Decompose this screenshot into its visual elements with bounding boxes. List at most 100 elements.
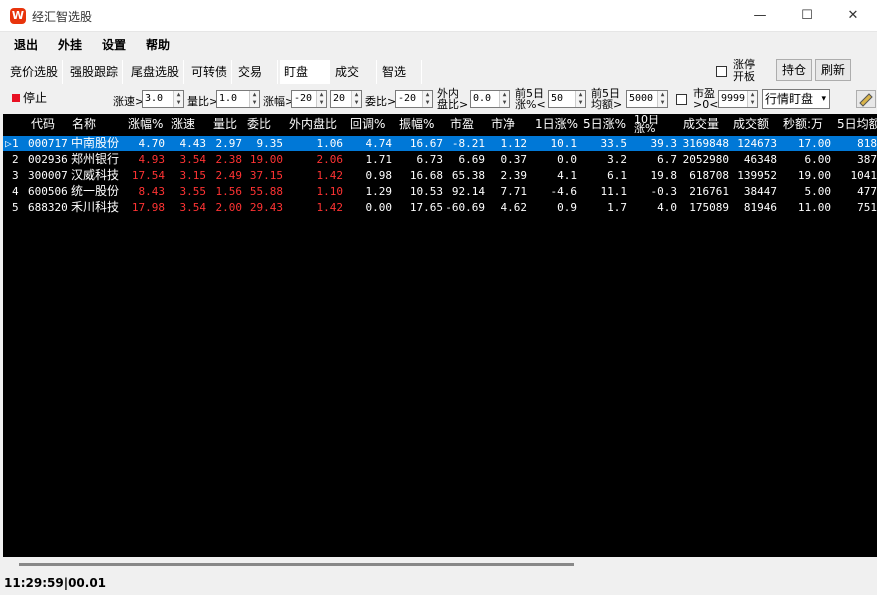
refresh-button[interactable]: 刷新	[815, 59, 851, 81]
spin-arrows-icon[interactable]: ▲ ▼	[316, 91, 326, 107]
col-amount[interactable]: 成交额	[733, 117, 769, 131]
cell-name: 中南股份	[71, 136, 120, 150]
col-change[interactable]: 涨幅%	[128, 117, 163, 131]
menu-plugin[interactable]: 外挂	[58, 36, 82, 53]
menu-settings[interactable]: 设置	[102, 36, 126, 53]
col-pe[interactable]: 市盈	[450, 117, 474, 131]
change-min-value: -20	[294, 93, 313, 104]
row-index: 3	[12, 169, 19, 182]
col-pb[interactable]: 市净	[491, 117, 515, 131]
col-speed[interactable]: 涨速	[171, 117, 195, 131]
cell-d5: 1.7	[607, 201, 627, 214]
col-volratio[interactable]: 量比	[213, 117, 237, 131]
cell-pb: 4.62	[500, 201, 528, 214]
col-d1[interactable]: 1日涨%	[535, 117, 578, 131]
spin-arrows-icon[interactable]: ▲ ▼	[747, 91, 757, 107]
cell-sec-amount: 19.00	[797, 169, 831, 182]
cell-volratio: 1.56	[215, 185, 243, 198]
spin-arrows-icon[interactable]: ▲ ▼	[657, 91, 667, 107]
menu-help[interactable]: 帮助	[146, 36, 170, 53]
col-bidratio[interactable]: 委比	[247, 117, 271, 131]
minimize-button[interactable]: —	[737, 0, 783, 32]
cell-avg5: 387	[857, 153, 877, 166]
speed-spinner[interactable]: 3.0 ▲ ▼	[142, 90, 184, 108]
hold-button[interactable]: 持仓	[776, 59, 812, 81]
limit-open-checkbox[interactable]	[716, 66, 727, 77]
menu-bar: 退出 外挂 设置 帮助	[0, 32, 877, 56]
spin-arrows-icon[interactable]: ▲ ▼	[173, 91, 183, 107]
cell-inout: 1.06	[316, 137, 344, 150]
tab-close-pick[interactable]: 尾盘选股	[127, 60, 185, 84]
prev5-amount-label: 前5日均额>	[591, 87, 623, 111]
cell-pullback: 0.98	[365, 169, 393, 182]
col-code[interactable]: 代码	[31, 117, 55, 131]
stop-button-label: 停止	[23, 91, 48, 105]
cell-d10: -0.3	[650, 185, 678, 198]
cell-amplitude: 6.73	[416, 153, 444, 166]
col-amplitude[interactable]: 振幅%	[399, 117, 434, 131]
table-row[interactable]: 3 300007 汉威科技 17.54 3.15 2.49 37.15 1.42…	[3, 168, 877, 183]
volratio-spinner[interactable]: 1.0 ▲ ▼	[216, 90, 260, 108]
col-sec-amount[interactable]: 秒额:万	[783, 117, 823, 131]
cell-volratio: 2.49	[215, 169, 243, 182]
tab-strong-track[interactable]: 强股跟踪	[66, 60, 124, 84]
cell-pb: 0.37	[500, 153, 528, 166]
bidratio-spinner[interactable]: -20 ▲ ▼	[395, 90, 433, 108]
tab-convertible[interactable]: 可转债	[187, 60, 233, 84]
cell-bidratio: 37.15	[249, 169, 283, 182]
stop-button[interactable]: 停止	[8, 88, 51, 108]
spin-arrows-icon[interactable]: ▲ ▼	[575, 91, 585, 107]
cell-speed: 4.43	[179, 137, 207, 150]
table-row[interactable]: ▷ 1 000717 中南股份 4.70 4.43 2.97 9.35 1.06…	[3, 136, 877, 151]
tab-strip: 竞价选股 强股跟踪 尾盘选股 可转债 交易 盯盘 成交 智选 涨停开板 持仓 刷…	[0, 58, 877, 86]
tab-trade[interactable]: 交易	[234, 60, 278, 84]
tab-auction-pick[interactable]: 竞价选股	[6, 60, 64, 84]
table-row[interactable]: 2 002936 郑州银行 4.93 3.54 2.38 19.00 2.06 …	[3, 152, 877, 167]
col-name[interactable]: 名称	[72, 117, 96, 131]
spin-arrows-icon[interactable]: ▲ ▼	[422, 91, 432, 107]
cell-d1: -4.6	[550, 185, 578, 198]
col-pullback[interactable]: 回调%	[350, 117, 385, 131]
cell-amount: 81946	[743, 201, 777, 214]
tool-button[interactable]	[856, 90, 876, 108]
tab-smart-pick[interactable]: 智选	[378, 60, 422, 84]
cell-change: 17.54	[131, 169, 165, 182]
col-d5[interactable]: 5日涨%	[583, 117, 626, 131]
spin-arrows-icon[interactable]: ▲ ▼	[351, 91, 361, 107]
bidratio-label: 委比>	[365, 95, 397, 108]
title-bar: W 经汇智选股 — ☐ ✕	[0, 0, 877, 32]
spin-arrows-icon[interactable]: ▲ ▼	[249, 91, 259, 107]
scrollbar-thumb[interactable]	[19, 563, 574, 566]
cell-amplitude: 16.68	[409, 169, 443, 182]
tab-deals[interactable]: 成交	[331, 60, 377, 84]
inout-spinner[interactable]: 0.0 ▲ ▼	[470, 90, 510, 108]
tab-watch[interactable]: 盯盘	[280, 60, 330, 84]
cell-volume: 216761	[689, 185, 729, 198]
stock-table[interactable]: 代码 名称 涨幅% 涨速 量比 委比 外内盘比 回调% 振幅% 市盈 市净 1日…	[3, 114, 877, 557]
col-d10[interactable]: 10日涨%	[634, 115, 660, 133]
col-volume[interactable]: 成交量	[683, 117, 719, 131]
cell-d1: 10.1	[550, 137, 578, 150]
col-avg5[interactable]: 5日均额	[837, 117, 877, 131]
close-button[interactable]: ✕	[830, 0, 876, 32]
table-row[interactable]: 5 688320 禾川科技 17.98 3.54 2.00 29.43 1.42…	[3, 200, 877, 215]
menu-exit[interactable]: 退出	[14, 36, 38, 53]
change-min-spinner[interactable]: -20 ▲ ▼	[291, 90, 327, 108]
spin-arrows-icon[interactable]: ▲ ▼	[499, 91, 509, 107]
change-max-spinner[interactable]: 20 ▲ ▼	[330, 90, 362, 108]
cell-pb: 2.39	[500, 169, 528, 182]
prev5-amount-value: 5000	[629, 93, 654, 104]
cell-bidratio: 29.43	[249, 201, 283, 214]
maximize-button[interactable]: ☐	[784, 0, 830, 32]
prev5-amount-spinner[interactable]: 5000 ▲ ▼	[626, 90, 668, 108]
table-header: 代码 名称 涨幅% 涨速 量比 委比 外内盘比 回调% 振幅% 市盈 市净 1日…	[3, 114, 877, 134]
mode-select[interactable]: 行情盯盘 ▾	[762, 89, 830, 109]
cell-name: 汉威科技	[71, 168, 120, 182]
pe-spinner[interactable]: 9999 ▲ ▼	[718, 90, 758, 108]
table-row[interactable]: 4 600506 统一股份 8.43 3.55 1.56 55.88 1.10 …	[3, 184, 877, 199]
prev5-change-spinner[interactable]: 50 ▲ ▼	[548, 90, 586, 108]
pe-filter-checkbox[interactable]	[676, 94, 687, 105]
horizontal-scrollbar[interactable]	[3, 557, 877, 573]
cell-amount: 38447	[743, 185, 777, 198]
col-inout[interactable]: 外内盘比	[289, 117, 337, 131]
